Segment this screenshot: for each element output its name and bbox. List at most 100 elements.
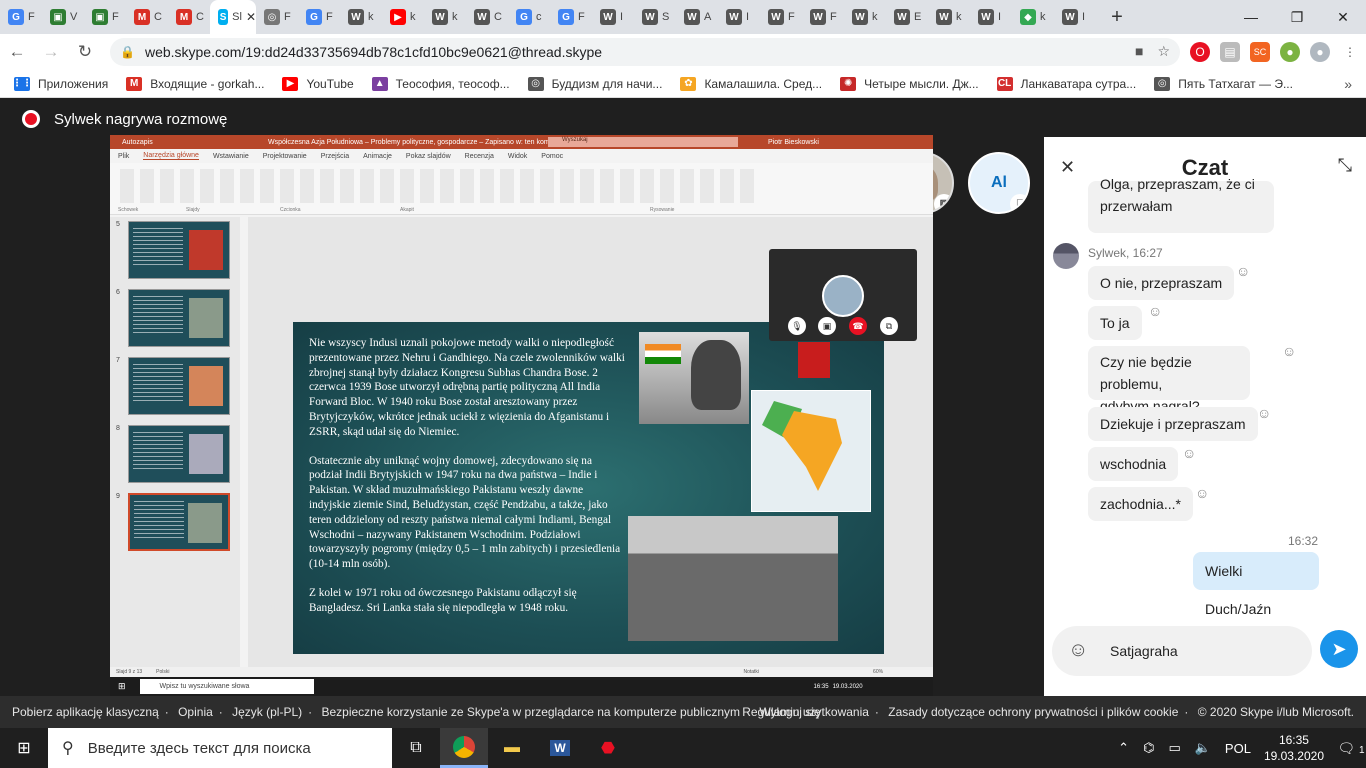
browser-tab[interactable]: WF — [760, 0, 802, 34]
close-tab-icon[interactable]: ✕ — [246, 10, 256, 24]
browser-tab[interactable]: WI — [592, 0, 634, 34]
word-icon[interactable]: W — [536, 728, 584, 768]
participant-avatar-al[interactable]: Al 🎙̸ — [968, 152, 1030, 214]
browser-tab[interactable]: Wk — [844, 0, 886, 34]
bookmark-item[interactable]: ◎ Пять Татхагат — Э... — [1154, 76, 1293, 91]
chat-message: To ja — [1088, 306, 1142, 340]
file-explorer-icon[interactable]: ▬ — [488, 728, 536, 768]
footer-link[interactable]: Zasady dotyczące ochrony prywatności i p… — [888, 705, 1178, 719]
green-extension-icon[interactable]: ● — [1280, 42, 1300, 62]
add-reaction-icon[interactable]: ☺ — [1236, 263, 1250, 279]
tab-title: I — [620, 11, 624, 23]
chrome-taskbar-icon[interactable] — [440, 728, 488, 768]
browser-tab[interactable]: Wk — [424, 0, 466, 34]
gmail-icon: M — [176, 9, 192, 25]
windows-search-box[interactable]: ⚲ Введите здесь текст для поиска — [48, 728, 392, 768]
bookmark-item[interactable]: ▲ Теософия, теософ... — [371, 76, 510, 91]
wikipedia-icon: W — [684, 9, 700, 25]
footer-link[interactable]: Bezpieczne korzystanie ze Skype'a w prze… — [321, 705, 740, 719]
add-reaction-icon[interactable]: ☺ — [1195, 485, 1209, 501]
bookmark-item[interactable]: ◎ Буддизм для начи... — [527, 76, 662, 91]
bookmark-item[interactable]: ⋮⋮ Приложения — [12, 76, 108, 91]
add-reaction-icon[interactable]: ☺ — [1257, 405, 1271, 421]
browser-tab[interactable]: S Sl ✕ — [210, 0, 256, 34]
browser-tab[interactable]: GF — [550, 0, 592, 34]
back-button[interactable]: ← — [0, 42, 34, 62]
footer-link[interactable]: Język (pl-PL) — [232, 705, 302, 719]
reload-button[interactable]: ↻ — [68, 42, 102, 62]
video-button[interactable]: ▣ — [818, 317, 836, 335]
browser-tab[interactable]: WC — [466, 0, 508, 34]
maximize-button[interactable]: ❐ — [1274, 0, 1320, 34]
forward-button[interactable]: → — [34, 42, 68, 62]
opera-extension-icon[interactable]: O — [1190, 42, 1210, 62]
profile-avatar[interactable]: ● — [1310, 42, 1330, 62]
bookmark-item[interactable]: ✿ Камалашила. Сред... — [680, 76, 822, 91]
share-screen-button[interactable]: ⧉ — [880, 317, 898, 335]
menu-icon[interactable]: ⋮ — [1340, 42, 1360, 62]
browser-tab[interactable]: MC — [168, 0, 210, 34]
wikipedia-icon: W — [642, 9, 658, 25]
address-bar[interactable]: 🔒 web.skype.com/19:dd24d33735694db78c1cf… — [110, 38, 1180, 66]
start-button[interactable]: ⊞ — [0, 728, 48, 768]
browser-tab[interactable]: Wk — [340, 0, 382, 34]
footer-link[interactable]: Regulamin użytkowania — [742, 705, 869, 719]
globe-icon: ◎ — [1154, 76, 1171, 91]
emoji-icon[interactable]: ☺ — [1068, 639, 1088, 662]
browser-tab[interactable]: ◆ k — [1012, 0, 1054, 34]
footer-link[interactable]: Opinia — [178, 705, 213, 719]
task-view-icon[interactable]: ⧉ — [392, 728, 440, 768]
send-button[interactable]: ➤ — [1320, 630, 1358, 668]
chevron-up-icon[interactable]: ⌃ — [1118, 740, 1129, 756]
screen-share-icon: ⧉ — [934, 194, 952, 212]
battery-icon[interactable]: ▭ — [1168, 740, 1180, 756]
wikipedia-icon: W — [978, 9, 994, 25]
browser-tab[interactable]: GF — [0, 0, 42, 34]
browser-tab[interactable]: MC — [126, 0, 168, 34]
browser-tab[interactable]: WA — [676, 0, 718, 34]
camera-blocked-icon[interactable]: ■ — [1135, 43, 1143, 60]
sender-avatar[interactable] — [1053, 243, 1079, 269]
browser-tab[interactable]: WS — [634, 0, 676, 34]
browser-tab[interactable]: GF — [298, 0, 340, 34]
minimize-button[interactable]: — — [1228, 0, 1274, 34]
mic-button[interactable]: 🎙 — [788, 317, 806, 335]
add-reaction-icon[interactable]: ☺ — [1282, 343, 1296, 359]
bookmark-item[interactable]: ▶ YouTube — [282, 76, 354, 91]
browser-tab[interactable]: WI — [1054, 0, 1096, 34]
volume-icon[interactable]: 🔈 — [1195, 740, 1211, 756]
add-reaction-icon[interactable]: ☺ — [1182, 445, 1196, 461]
ppt-search: Wyszukaj — [548, 137, 738, 147]
browser-tab[interactable]: WF — [802, 0, 844, 34]
add-reaction-icon[interactable]: ☺ — [1148, 303, 1162, 319]
end-call-button[interactable]: ☎ — [849, 317, 867, 335]
browser-tab[interactable]: WI — [970, 0, 1012, 34]
sc-extension-icon[interactable]: SC — [1250, 42, 1270, 62]
bookmarks-more-icon[interactable]: » — [1344, 76, 1352, 92]
browser-tab[interactable]: ▣ F — [84, 0, 126, 34]
new-tab-button[interactable]: + — [1104, 6, 1130, 29]
notification-icon[interactable]: 🗨 1 — [1336, 740, 1366, 757]
expand-icon[interactable]: ⤡ — [1338, 155, 1352, 176]
bookmark-item[interactable]: CL Ланкаватара сутра... — [996, 76, 1136, 91]
browser-tab[interactable]: ▣ V — [42, 0, 84, 34]
language-indicator[interactable]: POL — [1225, 741, 1251, 756]
browser-tab[interactable]: ▶ k — [382, 0, 424, 34]
message-input[interactable] — [1110, 640, 1300, 662]
footer-link[interactable]: Pobierz aplikację klasyczną — [12, 705, 159, 719]
network-icon[interactable]: ⌬ — [1143, 740, 1154, 756]
clock[interactable]: 16:35 19.03.2020 — [1264, 732, 1324, 764]
browser-tab[interactable]: WE — [886, 0, 928, 34]
browser-tab[interactable]: Wk — [928, 0, 970, 34]
bookmark-item[interactable]: ✺ Четыре мысли. Дж... — [840, 76, 979, 91]
tab-icon: ▣ — [92, 9, 108, 25]
browser-tab[interactable]: Gc — [508, 0, 550, 34]
acrobat-icon[interactable]: ⬣ — [584, 728, 632, 768]
ppt-menu-tab: Przejścia — [320, 152, 350, 160]
close-window-button[interactable]: ✕ — [1320, 0, 1366, 34]
bookmark-star-icon[interactable]: ☆ — [1157, 43, 1170, 60]
document-extension-icon[interactable]: ▤ — [1220, 42, 1240, 62]
browser-tab[interactable]: ◎ F — [256, 0, 298, 34]
browser-tab[interactable]: WI — [718, 0, 760, 34]
bookmark-item[interactable]: M Входящие - gorkah... — [126, 76, 264, 91]
